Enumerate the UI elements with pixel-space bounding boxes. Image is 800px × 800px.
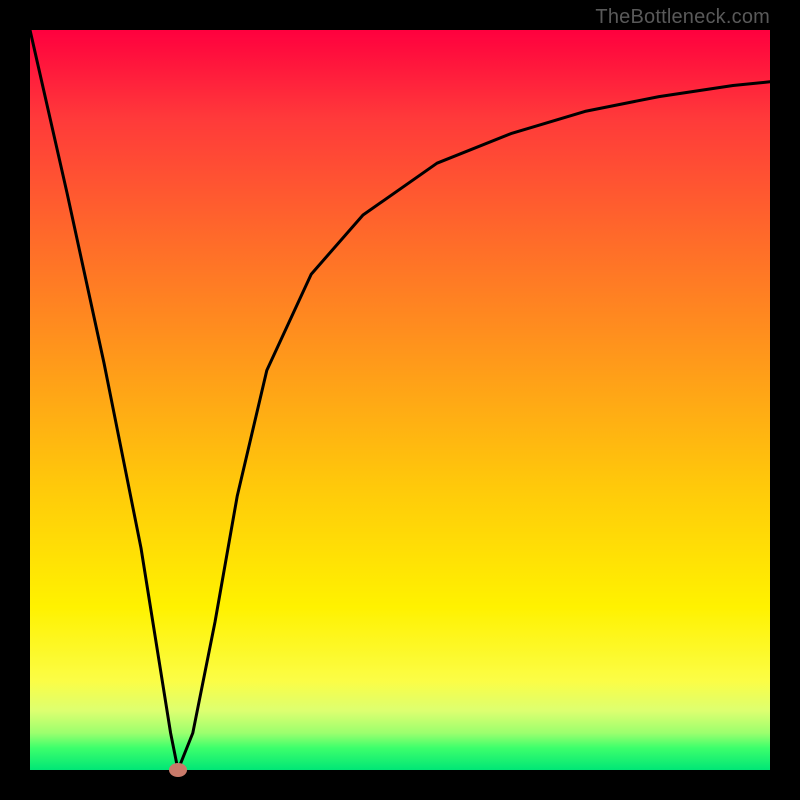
bottleneck-curve — [30, 30, 770, 770]
curve-path — [30, 30, 770, 770]
plot-area — [30, 30, 770, 770]
chart-stage: TheBottleneck.com — [0, 0, 800, 800]
minimum-marker — [169, 763, 187, 777]
watermark-text: TheBottleneck.com — [595, 6, 770, 29]
